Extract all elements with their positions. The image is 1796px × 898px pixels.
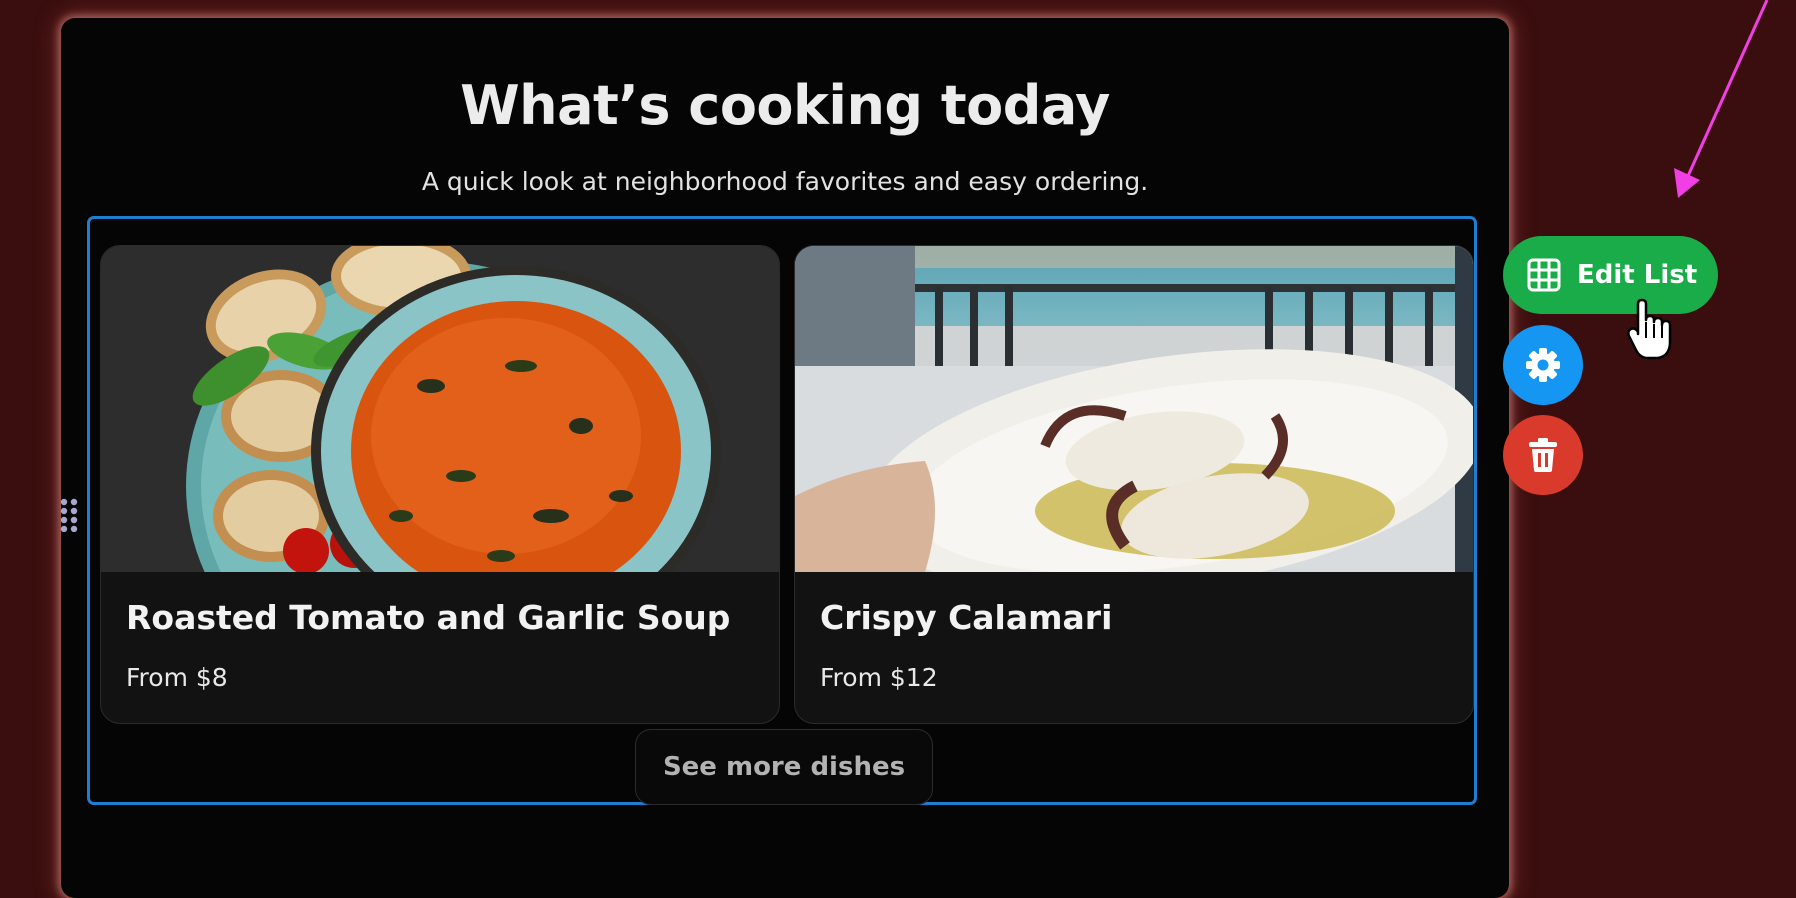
gear-icon [1526,348,1560,382]
tomato-soup-photo [101,246,779,572]
edit-list-label: Edit List [1577,260,1698,290]
section-title: What’s cooking today [460,74,1110,137]
delete-button[interactable] [1503,415,1583,495]
edit-list-button[interactable]: Edit List [1503,236,1718,314]
see-more-dishes-button[interactable]: See more dishes [635,729,933,805]
annotation-arrow [1674,0,1769,198]
dish-name: Crispy Calamari [820,598,1113,637]
drag-handle-icon[interactable] [59,498,79,532]
dish-price: From $8 [126,663,228,692]
content-panel: What’s cooking today A quick look at nei… [61,18,1509,898]
trash-icon [1529,438,1557,472]
dish-price: From $12 [820,663,938,692]
dish-card[interactable]: Roasted Tomato and Garlic Soup From $8 [100,245,780,724]
grilled-calamari-photo [795,246,1473,572]
settings-button[interactable] [1503,325,1583,405]
section-subtitle: A quick look at neighborhood favorites a… [421,167,1149,196]
dish-card[interactable]: Crispy Calamari From $12 [794,245,1474,724]
table-icon [1527,258,1561,292]
dish-name: Roasted Tomato and Garlic Soup [126,598,731,637]
